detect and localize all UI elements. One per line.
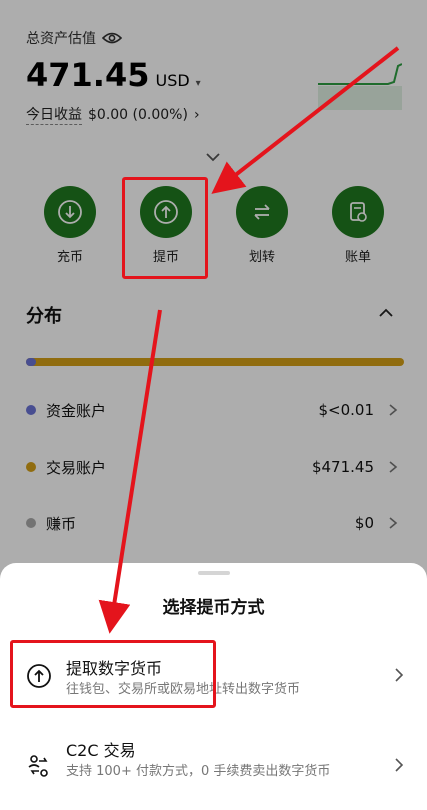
option-title: 提取数字货币	[66, 659, 163, 678]
option-title: C2C 交易	[66, 741, 136, 760]
withdraw-circle-icon	[27, 664, 51, 688]
chevron-right-icon	[395, 668, 404, 682]
c2c-icon	[28, 755, 48, 777]
chevron-right-icon	[395, 758, 404, 772]
withdraw-method-sheet: 选择提币方式 提取数字货币 往钱包、交易所或欧易地址转出数字货币 C2C 交易 …	[0, 563, 427, 810]
option-description: 支持 100+ 付款方式，0 手续费卖出数字货币	[66, 764, 331, 779]
sheet-drag-handle[interactable]	[198, 571, 230, 575]
option-description: 往钱包、交易所或欧易地址转出数字货币	[66, 682, 301, 697]
sheet-title: 选择提币方式	[162, 598, 265, 618]
option-withdraw-crypto[interactable]: 提取数字货币 往钱包、交易所或欧易地址转出数字货币	[0, 643, 427, 705]
option-c2c-trade[interactable]: C2C 交易 支持 100+ 付款方式，0 手续费卖出数字货币	[0, 725, 427, 805]
